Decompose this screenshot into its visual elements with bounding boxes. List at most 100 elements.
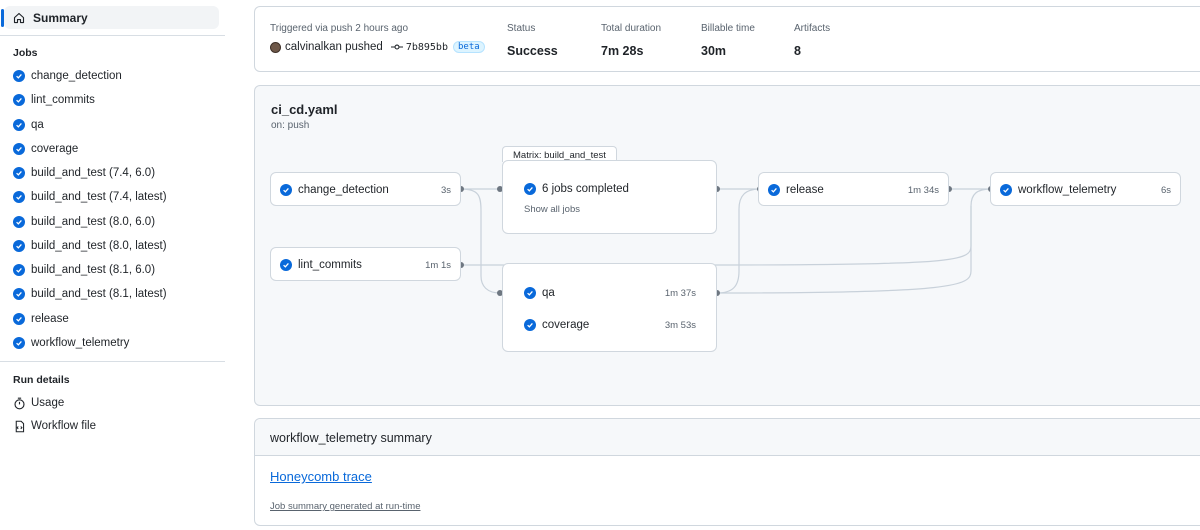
show-all-jobs-link[interactable]: Show all jobs (524, 204, 580, 215)
branch-badge[interactable]: beta (452, 41, 485, 53)
sidebar-workflow-file[interactable]: Workflow file (13, 417, 96, 435)
matrix-status: 6 jobs completed (542, 183, 629, 195)
node-matrix-build-and-test[interactable]: 6 jobs completed Show all jobs (502, 160, 717, 234)
sidebar-job-change-detection[interactable]: change_detection (13, 67, 122, 85)
success-check-icon (768, 184, 780, 196)
node-name: coverage (542, 319, 590, 331)
usage-label: Usage (31, 397, 65, 409)
sidebar: Summary Jobs change_detection lint_commi… (0, 0, 228, 530)
status-label: Status (507, 23, 536, 34)
job-label: build_and_test (8.0, 6.0) (31, 216, 156, 228)
job-label: build_and_test (8.0, latest) (31, 240, 167, 252)
avatar[interactable] (270, 41, 281, 53)
job-label: build_and_test (8.1, latest) (31, 288, 167, 300)
node-time: 1m 37s (664, 287, 696, 299)
sidebar-job-coverage[interactable]: coverage (13, 140, 78, 158)
artifacts-col: Artifacts 8 (794, 23, 830, 58)
node-qa[interactable]: qa 1m 37s (503, 285, 716, 301)
success-check-icon (13, 216, 25, 228)
sidebar-job-lint-commits[interactable]: lint_commits (13, 91, 95, 109)
node-qa-coverage-group: qa 1m 37s coverage 3m 53s (502, 263, 717, 352)
artifacts-label: Artifacts (794, 23, 831, 34)
success-check-icon (13, 119, 25, 131)
sidebar-job-build-8-0-6-0[interactable]: build_and_test (8.0, 6.0) (13, 213, 155, 231)
node-name: release (786, 184, 824, 196)
file-code-icon (13, 420, 26, 433)
success-check-icon (524, 319, 536, 331)
job-label: release (31, 313, 69, 325)
node-coverage[interactable]: coverage 3m 53s (503, 317, 716, 333)
sidebar-job-build-7-4-6-0[interactable]: build_and_test (7.4, 6.0) (13, 164, 155, 182)
job-label: coverage (31, 143, 79, 155)
commit-link[interactable]: 7b895bb (390, 42, 448, 53)
success-check-icon (13, 264, 25, 276)
workflow-graph-card: ci_cd.yaml on: push change_detection 3s … (254, 85, 1200, 406)
sidebar-job-release[interactable]: release (13, 310, 69, 328)
node-time: 6s (1160, 184, 1171, 196)
stopwatch-icon (13, 397, 26, 410)
billable-value: 30m (701, 44, 727, 58)
sidebar-summary-label: Summary (33, 10, 88, 25)
status-col: Status Success (507, 23, 558, 58)
success-check-icon (13, 70, 25, 82)
sidebar-usage[interactable]: Usage (13, 394, 64, 412)
job-label: workflow_telemetry (31, 337, 130, 349)
status-value: Success (507, 44, 558, 58)
job-label: build_and_test (8.1, 6.0) (31, 264, 156, 276)
success-check-icon (13, 191, 25, 203)
actor-text: calvinalkan pushed (285, 41, 383, 53)
success-check-icon (524, 183, 536, 195)
job-label: qa (31, 119, 44, 131)
job-summary-title: workflow_telemetry summary (270, 431, 432, 445)
run-header-card: Triggered via push 2 hours ago calvinalk… (254, 6, 1200, 72)
git-commit-icon (390, 42, 403, 52)
success-check-icon (13, 288, 25, 300)
job-label: change_detection (31, 70, 122, 82)
success-check-icon (13, 313, 25, 325)
billable-col: Billable time 30m (701, 23, 755, 58)
jobs-heading: Jobs (13, 47, 38, 59)
success-check-icon (13, 167, 25, 179)
node-lint-commits[interactable]: lint_commits 1m 1s (270, 247, 461, 281)
success-check-icon (280, 184, 292, 196)
node-time: 3m 53s (664, 319, 696, 331)
divider (0, 361, 225, 362)
node-name: qa (542, 287, 555, 299)
job-summary-footer-link[interactable]: Job summary generated at run-time (270, 501, 420, 512)
node-workflow-telemetry[interactable]: workflow_telemetry 6s (990, 172, 1181, 206)
sidebar-job-qa[interactable]: qa (13, 116, 44, 134)
success-check-icon (13, 143, 25, 155)
sidebar-job-build-8-1-6-0[interactable]: build_and_test (8.1, 6.0) (13, 261, 155, 279)
job-label: lint_commits (31, 94, 95, 106)
trigger-info: Triggered via push 2 hours ago calvinalk… (270, 23, 485, 53)
run-details-heading: Run details (13, 374, 70, 386)
node-name: workflow_telemetry (1018, 184, 1117, 196)
job-label: build_and_test (7.4, latest) (31, 191, 167, 203)
node-release[interactable]: release 1m 34s (758, 172, 949, 206)
node-change-detection[interactable]: change_detection 3s (270, 172, 461, 206)
sidebar-job-build-8-1-latest[interactable]: build_and_test (8.1, latest) (13, 285, 167, 303)
duration-value[interactable]: 7m 28s (601, 44, 661, 58)
artifacts-value[interactable]: 8 (794, 44, 830, 58)
success-check-icon (13, 240, 25, 252)
success-check-icon (280, 259, 292, 271)
duration-col: Total duration 7m 28s (601, 23, 661, 58)
duration-label: Total duration (601, 23, 662, 34)
home-icon (13, 12, 25, 24)
success-check-icon (524, 287, 536, 299)
sidebar-job-workflow-telemetry[interactable]: workflow_telemetry (13, 334, 129, 352)
success-check-icon (13, 337, 25, 349)
node-name: lint_commits (298, 259, 362, 271)
sidebar-job-build-8-0-latest[interactable]: build_and_test (8.0, latest) (13, 237, 167, 255)
node-time: 1m 1s (425, 259, 451, 271)
trigger-text: Triggered via push 2 hours ago (270, 23, 409, 34)
success-check-icon (13, 94, 25, 106)
job-summary-card: workflow_telemetry summary Honeycomb tra… (254, 418, 1200, 526)
divider (0, 35, 225, 36)
sidebar-job-build-7-4-latest[interactable]: build_and_test (7.4, latest) (13, 188, 167, 206)
sidebar-summary[interactable]: Summary (1, 6, 219, 29)
honeycomb-trace-link[interactable]: Honeycomb trace (270, 469, 372, 484)
workflow-file-label: Workflow file (31, 420, 96, 432)
node-time: 3s (440, 184, 451, 196)
success-check-icon (1000, 184, 1012, 196)
